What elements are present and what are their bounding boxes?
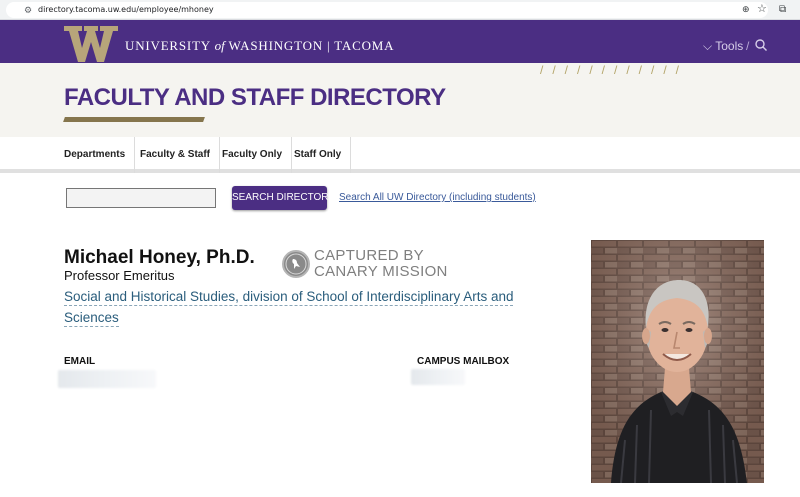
stamp-line-2: CANARY MISSION xyxy=(314,263,448,280)
zoom-icon[interactable]: ⊕ xyxy=(742,3,750,16)
person-title: Professor Emeritus xyxy=(64,268,175,283)
browser-toolbar: ⚙ directory.tacoma.uw.edu/employee/mhone… xyxy=(0,0,800,20)
slash-decoration: //////////// xyxy=(540,63,689,77)
search-directory-button[interactable]: SEARCH DIRECTORY xyxy=(232,186,335,210)
wordmark-university: UNIVERSITY xyxy=(125,38,211,53)
wordmark-of: of xyxy=(214,38,225,53)
mailbox-value-redacted xyxy=(411,369,465,385)
canary-mission-stamp: CAPTURED BY CANARY MISSION xyxy=(314,248,448,280)
nav-faculty-only[interactable]: Faculty Only xyxy=(213,137,293,173)
email-label: EMAIL xyxy=(64,356,96,367)
directory-search-input[interactable] xyxy=(66,188,216,208)
wordmark-washington-tacoma: WASHINGTON | TACOMA xyxy=(228,38,395,53)
url-text[interactable]: directory.tacoma.uw.edu/employee/mhoney xyxy=(38,4,214,16)
uw-tacoma-wordmark[interactable]: UNIVERSITY of WASHINGTON | TACOMA xyxy=(125,38,394,54)
canary-bird-icon xyxy=(282,250,310,278)
department-link-line-1[interactable]: Social and Historical Studies, division … xyxy=(64,288,544,306)
bookmark-star-icon[interactable]: ☆ xyxy=(757,2,767,16)
header-divider: / xyxy=(746,39,750,53)
uw-header xyxy=(0,20,800,63)
page-title: FACULTY AND STAFF DIRECTORY xyxy=(64,84,446,111)
chevron-down-icon: ⌵ xyxy=(703,39,713,53)
search-icon[interactable] xyxy=(754,38,768,52)
search-all-uw-link[interactable]: Search All UW Directory (including stude… xyxy=(339,191,536,204)
profile-photo xyxy=(591,240,764,483)
email-value-redacted xyxy=(58,370,156,388)
department-link-line-2[interactable]: Sciences xyxy=(64,309,544,327)
uw-w-logo[interactable] xyxy=(64,26,118,62)
nav-faculty-staff[interactable]: Faculty & Staff xyxy=(131,137,221,173)
campus-mailbox-label: CAMPUS MAILBOX xyxy=(417,356,510,367)
site-info-icon[interactable]: ⚙ xyxy=(24,4,32,16)
directory-nav: Departments Faculty & Staff Faculty Only… xyxy=(0,137,800,173)
title-underline xyxy=(63,117,205,122)
tools-menu-button[interactable]: ⌵ Tools xyxy=(703,38,743,54)
stamp-line-1: CAPTURED BY xyxy=(314,247,424,264)
extensions-icon[interactable]: ⧉ xyxy=(779,3,786,16)
person-name: Michael Honey, Ph.D. xyxy=(64,247,255,268)
nav-departments[interactable]: Departments xyxy=(55,137,136,173)
tools-label: Tools xyxy=(715,39,744,53)
nav-staff-only[interactable]: Staff Only xyxy=(285,137,352,173)
